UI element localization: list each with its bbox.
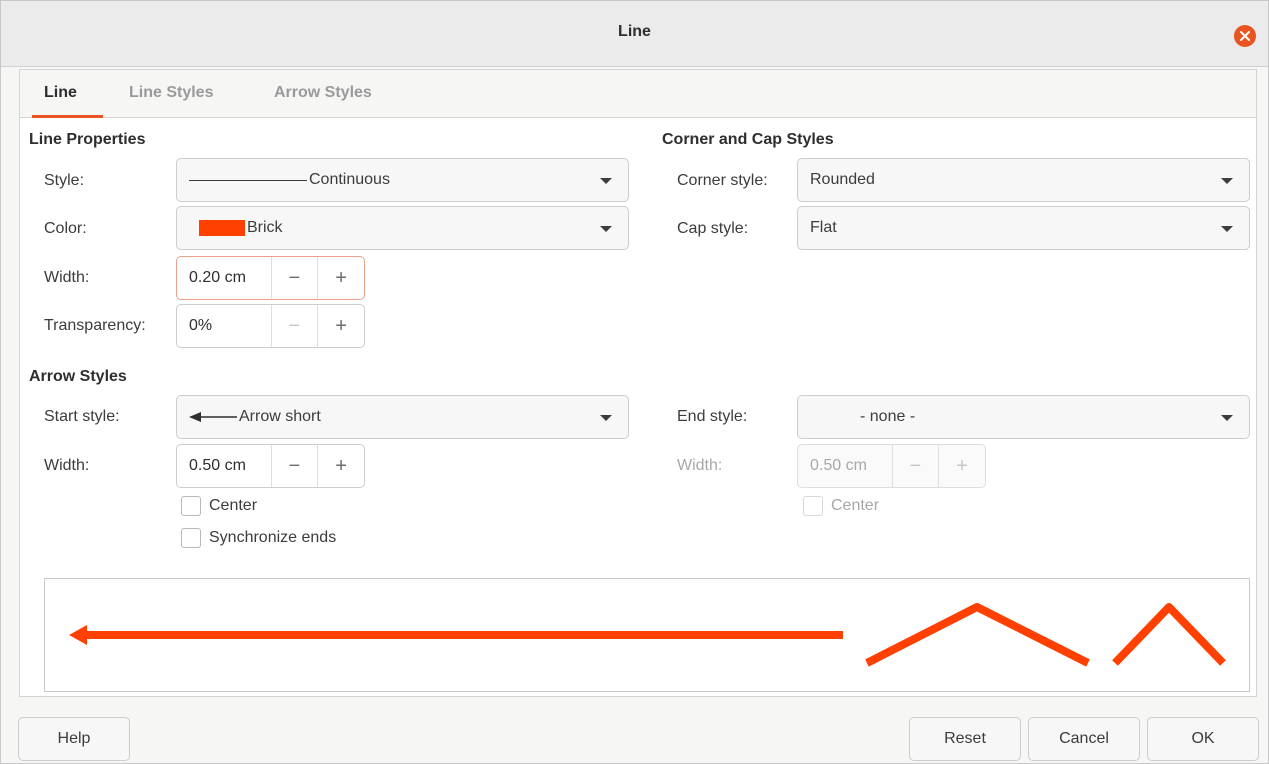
- reset-button[interactable]: Reset: [909, 717, 1021, 761]
- active-tab-indicator: [32, 115, 103, 118]
- line-preview-drawing: [69, 603, 1226, 667]
- synchronize-ends-label: Synchronize ends: [209, 529, 337, 546]
- cancel-button[interactable]: Cancel: [1028, 717, 1140, 761]
- chevron-down-icon: [1221, 415, 1233, 421]
- checkbox-box: [803, 496, 823, 516]
- decrement-button[interactable]: −: [270, 305, 318, 347]
- decrement-button[interactable]: −: [270, 257, 318, 299]
- line-width-stepper[interactable]: 0.20 cm − +: [176, 256, 365, 300]
- decrement-button[interactable]: −: [270, 445, 318, 487]
- transparency-input[interactable]: 0%: [177, 305, 271, 347]
- synchronize-ends-checkbox[interactable]: Synchronize ends: [181, 528, 336, 548]
- increment-button[interactable]: +: [317, 305, 364, 347]
- ok-button[interactable]: OK: [1147, 717, 1259, 761]
- checkbox-box[interactable]: [181, 528, 201, 548]
- transparency-stepper[interactable]: 0% − +: [176, 304, 365, 348]
- close-icon: [1240, 31, 1250, 41]
- color-swatch: [199, 220, 245, 236]
- chevron-down-icon: [600, 415, 612, 421]
- corner-style-value: Rounded: [810, 171, 875, 188]
- line-properties-heading: Line Properties: [29, 131, 146, 148]
- tab-panel: Line Line Styles Arrow Styles Line Prope…: [19, 69, 1257, 697]
- end-style-select[interactable]: - none -: [797, 395, 1250, 439]
- color-label: Color:: [44, 220, 87, 237]
- line-color-select[interactable]: Brick: [176, 206, 629, 250]
- start-style-label: Start style:: [44, 408, 120, 425]
- end-width-label: Width:: [677, 457, 723, 474]
- end-center-label: Center: [831, 497, 880, 514]
- start-width-stepper[interactable]: 0.50 cm − +: [176, 444, 365, 488]
- start-width-label: Width:: [44, 457, 90, 474]
- preview-corner-line-2: [1112, 603, 1226, 666]
- corner-style-label: Corner style:: [677, 172, 768, 189]
- style-label: Style:: [44, 172, 85, 189]
- start-style-select[interactable]: Arrow short: [176, 395, 629, 439]
- center-checkbox[interactable]: Center: [181, 496, 257, 516]
- tab-line[interactable]: Line: [44, 84, 77, 102]
- preview-corner-line-1: [865, 603, 1090, 667]
- end-center-checkbox: Center: [803, 496, 879, 516]
- increment-button[interactable]: +: [317, 257, 364, 299]
- chevron-down-icon: [1221, 226, 1233, 232]
- line-preview: [44, 578, 1250, 692]
- end-width-stepper: 0.50 cm − +: [797, 444, 986, 488]
- preview-arrow-head: [69, 625, 87, 645]
- line-style-select[interactable]: Continuous: [176, 158, 629, 202]
- tab-arrow-styles[interactable]: Arrow Styles: [274, 84, 372, 102]
- cap-style-label: Cap style:: [677, 220, 749, 237]
- center-label: Center: [209, 497, 258, 514]
- line-color-value: Brick: [247, 219, 283, 236]
- close-button[interactable]: [1234, 25, 1256, 47]
- cap-style-value: Flat: [810, 219, 837, 236]
- increment-button: +: [938, 445, 985, 487]
- checkbox-box[interactable]: [181, 496, 201, 516]
- corner-cap-heading: Corner and Cap Styles: [662, 131, 834, 148]
- end-style-label: End style:: [677, 408, 748, 425]
- start-width-input[interactable]: 0.50 cm: [177, 445, 271, 487]
- arrow-short-icon: [189, 412, 237, 422]
- transparency-label: Transparency:: [44, 317, 146, 334]
- line-width-input[interactable]: 0.20 cm: [177, 257, 271, 299]
- tab-bar: Line Line Styles Arrow Styles: [20, 70, 1256, 118]
- dialog-title: Line: [618, 23, 651, 40]
- start-style-value: Arrow short: [239, 408, 321, 425]
- tab-line-styles[interactable]: Line Styles: [129, 84, 213, 102]
- arrow-styles-heading: Arrow Styles: [29, 368, 127, 385]
- help-button[interactable]: Help: [18, 717, 130, 761]
- end-style-value: - none -: [860, 408, 916, 425]
- corner-style-select[interactable]: Rounded: [797, 158, 1250, 202]
- decrement-button: −: [891, 445, 939, 487]
- chevron-down-icon: [600, 178, 612, 184]
- chevron-down-icon: [600, 226, 612, 232]
- cap-style-select[interactable]: Flat: [797, 206, 1250, 250]
- line-style-value: Continuous: [309, 171, 390, 188]
- line-dialog: Line Line Line Styles Arrow Styles Line …: [0, 0, 1269, 764]
- continuous-line-swatch: [189, 179, 307, 181]
- end-width-input: 0.50 cm: [810, 457, 867, 474]
- width-label: Width:: [44, 269, 90, 286]
- increment-button[interactable]: +: [317, 445, 364, 487]
- title-bar: Line: [1, 1, 1268, 67]
- chevron-down-icon: [1221, 178, 1233, 184]
